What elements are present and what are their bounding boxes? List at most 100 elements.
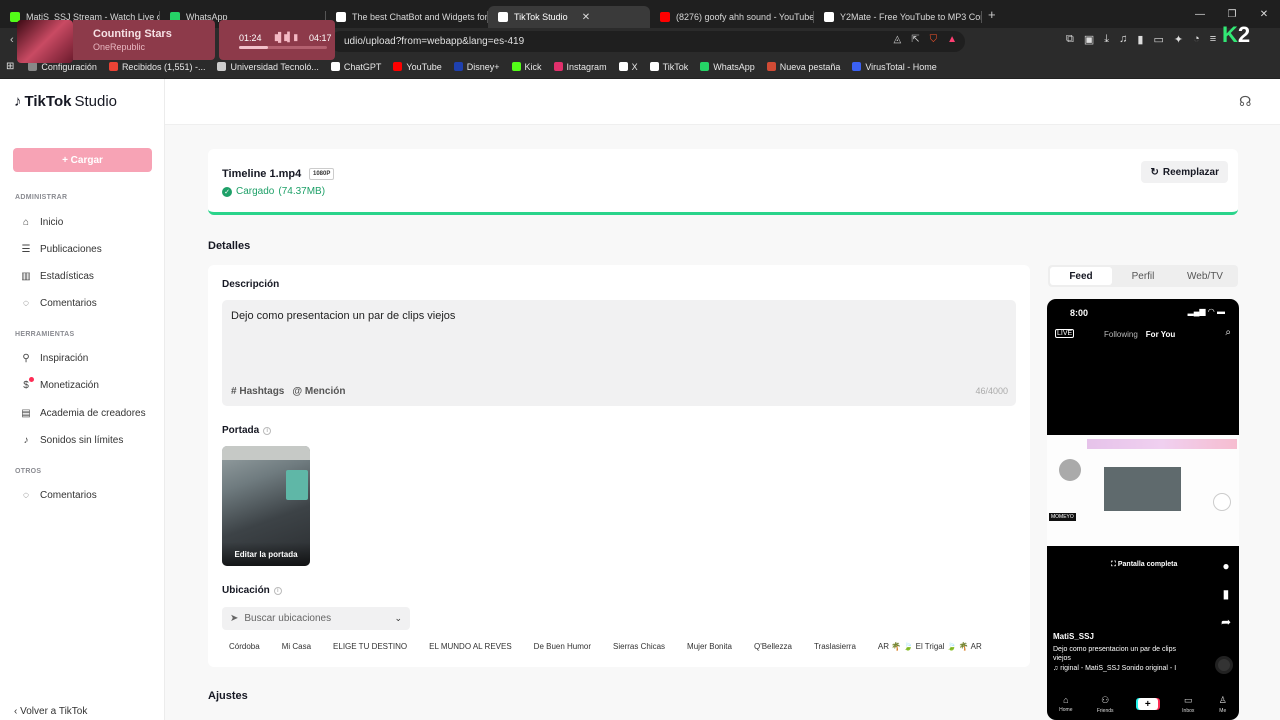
sidebar-item-comentarios[interactable]: ◌ Comentarios: [20, 297, 97, 309]
phone-preview: 8:00 ▂▄▆ ◠ ▬ LIVE Following For You ⌕ MO…: [1047, 299, 1239, 720]
extension-icon[interactable]: ✦: [1174, 33, 1183, 46]
bookmark-item[interactable]: X: [618, 62, 638, 72]
location-chip[interactable]: Mi Casa: [274, 637, 319, 655]
description-input[interactable]: Dejo como presentacion un par de clips v…: [222, 300, 1016, 406]
tab-favicon-icon: [824, 12, 834, 22]
minimize-icon[interactable]: —: [1184, 0, 1216, 28]
location-chip[interactable]: Córdoba: [222, 637, 267, 655]
mention-button[interactable]: @ Mención: [292, 386, 345, 397]
location-pin-icon: ➤: [230, 613, 239, 624]
sidebar-icon[interactable]: ▮: [1137, 33, 1143, 46]
location-select[interactable]: ➤ Buscar ubicaciones ⌄: [222, 607, 410, 630]
browser-tab[interactable]: Y2Mate - Free YouTube to MP3 Conv: [814, 6, 982, 28]
hashtags-button[interactable]: # Hashtags: [231, 386, 284, 397]
bookmark-item[interactable]: VirusTotal - Home: [852, 62, 937, 72]
bookmark-item[interactable]: Instagram: [553, 62, 607, 72]
brave-shield-icon[interactable]: ⛉: [930, 34, 938, 45]
apps-grid-icon[interactable]: ⊞: [6, 61, 14, 72]
friends-icon: ⚇: [1101, 694, 1110, 705]
back-icon[interactable]: ‹: [10, 34, 14, 46]
profile-icon[interactable]: ◔: [1193, 33, 1200, 46]
info-icon[interactable]: i: [273, 586, 282, 595]
location-chip[interactable]: Q'Bellezza: [746, 637, 799, 655]
brave-rewards-icon[interactable]: ▲: [947, 34, 957, 45]
cover-thumbnail[interactable]: Editar la portada: [222, 446, 310, 566]
location-chip[interactable]: Sierras Chicas: [606, 637, 673, 655]
plus-icon: +: [1137, 698, 1158, 710]
bookmark-item[interactable]: YouTube: [393, 62, 442, 72]
extension-puzzle-icon[interactable]: ⧉: [1066, 33, 1074, 46]
elapsed-time: 01:24: [239, 33, 262, 43]
bookmark-item[interactable]: Nueva pestaña: [766, 62, 840, 72]
close-window-icon[interactable]: ✕: [1248, 0, 1280, 28]
new-tab-button[interactable]: +: [988, 7, 996, 22]
location-chip[interactable]: AR 🌴 🍃 El Trigal 🍃 🌴 AR: [870, 637, 989, 655]
location-chips: Córdoba Mi Casa ELIGE TU DESTINO EL MUNDO A…: [222, 637, 989, 655]
help-icon[interactable]: ☊: [1239, 93, 1257, 113]
sidebar: ♪ TikTok Studio + Cargar ADMINISTRAR ⌂ In…: [0, 79, 165, 720]
sidebar-item-estadisticas[interactable]: ▥ Estadísticas: [20, 270, 94, 282]
tab-feed[interactable]: Feed: [1050, 267, 1112, 285]
location-chip[interactable]: EL MUNDO AL REVES: [422, 637, 519, 655]
tiktok-studio-logo[interactable]: ♪ TikTok Studio: [14, 93, 117, 110]
bookmark-icon: [553, 62, 563, 71]
nav-home: ⌂ Home: [1059, 695, 1073, 713]
video-preview: MOMEYO: [1047, 435, 1239, 546]
bookmark-item[interactable]: ChatGPT: [330, 62, 381, 72]
music-widget: Counting Stars OneRepublic 01:24 ▮▌▮▍▮ 0…: [17, 20, 347, 63]
sidebar-item-academia[interactable]: ▤ Academia de creadores: [20, 407, 145, 419]
location-chip[interactable]: ELIGE TU DESTINO: [326, 637, 415, 655]
following-tab: Following: [1104, 330, 1138, 339]
bookmark-item[interactable]: Universidad Tecnoló...: [217, 62, 319, 72]
sidebar-item-sonidos[interactable]: ♪ Sonidos sin límites: [20, 434, 124, 446]
bookmark-icon: [700, 62, 710, 71]
location-chip[interactable]: De Buen Humor: [526, 637, 599, 655]
sidebar-item-publicaciones[interactable]: ☰ Publicaciones: [20, 243, 102, 255]
top-bar: ☊: [165, 79, 1280, 125]
bookmark-icon: [330, 62, 340, 71]
bookmark-item[interactable]: Configuración: [28, 62, 97, 72]
info-icon[interactable]: i: [263, 426, 272, 435]
url-input[interactable]: udio/upload?from=webapp&lang=es-419 ◬ ⇱ …: [330, 31, 965, 52]
phone-time: 8:00: [1070, 308, 1089, 318]
tab-perfil[interactable]: Perfil: [1112, 267, 1174, 285]
sound-disc-icon: [1215, 656, 1233, 674]
location-chip[interactable]: Traslasierra: [806, 637, 863, 655]
sidebar-item-monetizacion[interactable]: $ Monetización: [20, 377, 99, 391]
bookmark-item[interactable]: Kick: [511, 62, 542, 72]
translate-icon[interactable]: ◬: [894, 34, 902, 45]
sidebar-item-comentarios-otros[interactable]: ◌ Comentarios: [20, 489, 97, 501]
song-artist: OneRepublic: [93, 42, 146, 52]
bookmark-item[interactable]: TikTok: [649, 62, 688, 72]
bookmark-item[interactable]: Disney+: [453, 62, 500, 72]
browser-tab[interactable]: The best ChatBot and Widgets for Ki: [326, 6, 488, 28]
sidebar-item-inspiracion[interactable]: ⚲ Inspiración: [20, 352, 88, 364]
tab-webtv[interactable]: Web/TV: [1174, 267, 1236, 285]
sidebar-item-inicio[interactable]: ⌂ Inicio: [20, 216, 63, 228]
preview-tabs: Feed Perfil Web/TV: [1048, 265, 1238, 287]
download-icon[interactable]: ⤓: [1104, 33, 1109, 46]
share-icon[interactable]: ⇱: [911, 34, 919, 45]
upload-button[interactable]: + Cargar: [13, 148, 152, 172]
location-chip[interactable]: Mujer Bonita: [680, 637, 739, 655]
browser-tab[interactable]: TikTok Studio ✕: [488, 6, 650, 28]
extension-box-icon[interactable]: ▣: [1084, 33, 1094, 46]
wallet-icon[interactable]: ▭: [1153, 33, 1163, 46]
user-icon: ♙: [1218, 694, 1227, 705]
menu-icon[interactable]: ≡: [1210, 33, 1216, 46]
browser-tab[interactable]: (8276) goofy ahh sound - YouTube: [650, 6, 814, 28]
bookmark-item[interactable]: WhatsApp: [700, 62, 755, 72]
list-icon: ☰: [21, 243, 31, 255]
description-label: Descripción: [222, 279, 280, 290]
song-title: Counting Stars: [93, 28, 172, 40]
close-tab-icon[interactable]: ✕: [582, 12, 590, 23]
edit-cover-button[interactable]: Editar la portada: [222, 542, 310, 566]
share-icon: ➦: [1220, 615, 1231, 629]
replace-button[interactable]: ↻ Reemplazar: [1141, 161, 1228, 183]
bookmark-icon: [649, 62, 659, 71]
media-icon[interactable]: ♫: [1119, 33, 1127, 46]
back-to-tiktok-link[interactable]: ‹ Volver a TikTok: [14, 706, 87, 717]
extension-icons: ⧉ ▣ ⤓ ♫ ▮ ▭ ✦ ◔ ≡: [1066, 33, 1216, 46]
bookmark-item[interactable]: Recibidos (1,551) -...: [108, 62, 205, 72]
coin-icon: $: [20, 377, 34, 391]
